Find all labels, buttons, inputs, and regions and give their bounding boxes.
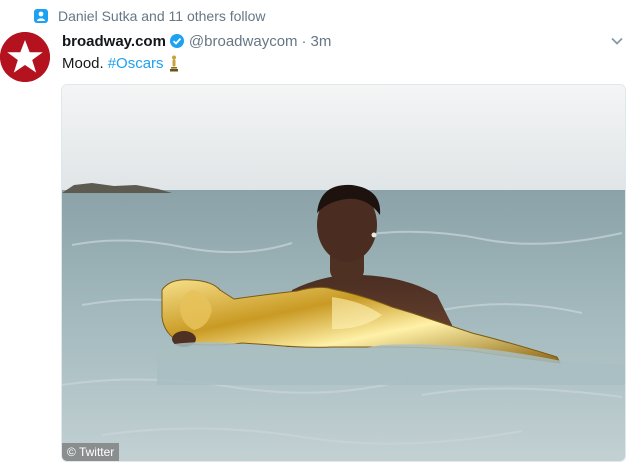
hashtag-link[interactable]: #Oscars [108, 55, 164, 72]
separator-dot: · [301, 32, 307, 50]
social-context-text: Daniel Sutka and 11 others follow [58, 8, 266, 24]
social-context[interactable]: Daniel Sutka and 11 others follow [34, 6, 266, 26]
chevron-down-icon[interactable] [610, 34, 624, 48]
tweet-text: Mood. #Oscars [62, 53, 180, 73]
photo-illustration [62, 85, 625, 461]
person-icon [34, 9, 48, 23]
trophy-icon [168, 55, 180, 72]
verified-badge-icon [169, 33, 185, 49]
tweet-text-body: Mood. [62, 54, 104, 72]
user-handle[interactable]: @broadwaycom [189, 33, 298, 50]
photo-credit: © Twitter [62, 443, 120, 461]
timestamp-link[interactable]: 3m [311, 33, 332, 50]
tweet-photo[interactable]: © Twitter [61, 84, 626, 462]
tweet-header: broadway.com @broadwaycom · 3m [62, 31, 331, 51]
avatar[interactable] [0, 32, 50, 82]
display-name[interactable]: broadway.com [62, 33, 166, 50]
star-logo-icon [0, 32, 50, 82]
